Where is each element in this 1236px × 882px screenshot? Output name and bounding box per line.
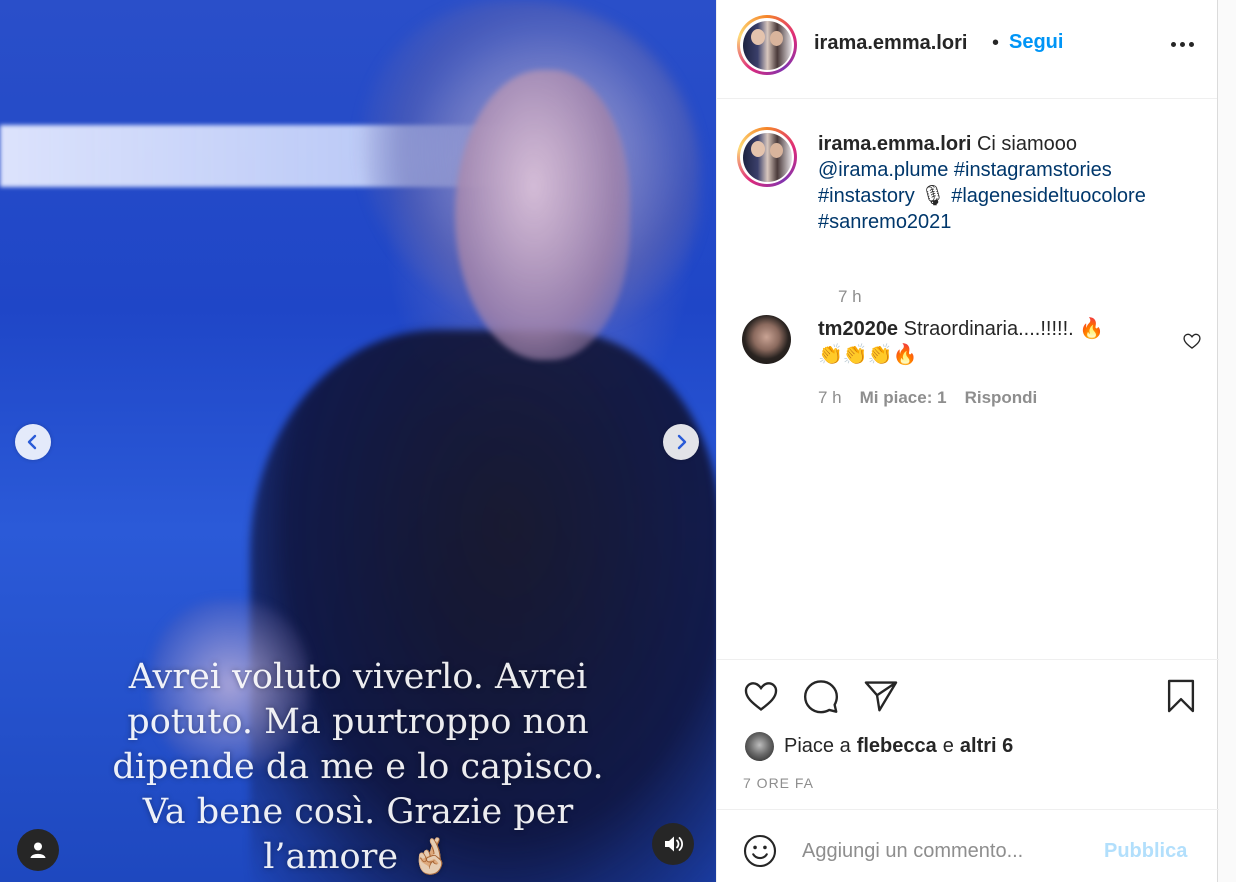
more-options-button[interactable] [1167, 34, 1197, 54]
caption-mention[interactable]: @irama.plume [818, 159, 948, 181]
author-avatar[interactable] [737, 15, 797, 75]
next-media-button[interactable] [663, 424, 699, 460]
overlay-line: Avrei voluto viverlo. Avrei [128, 657, 588, 697]
commenter-username[interactable]: tm2020e [818, 318, 898, 340]
commenter-avatar[interactable] [742, 315, 791, 364]
chevron-right-icon [677, 434, 687, 450]
performer-face [455, 70, 630, 360]
caption-username[interactable]: irama.emma.lori [818, 133, 971, 155]
caption-timestamp[interactable]: 7 h [838, 287, 862, 307]
microphone-emoji: 🎙 [920, 185, 946, 207]
author-avatar-image [742, 20, 792, 70]
overlay-line: Va bene così. Grazie per [142, 792, 574, 832]
comment-input[interactable] [802, 834, 1092, 868]
comment-meta: 7 h Mi piace: 1 Rispondi [818, 388, 1037, 408]
likes-conjunction: e [942, 735, 954, 757]
user-icon [30, 842, 46, 858]
author-username[interactable]: irama.emma.lori [814, 32, 967, 55]
caption-hashtag[interactable]: #instagramstories [954, 159, 1112, 181]
more-icon [1170, 41, 1194, 47]
header-separator: • [992, 32, 1000, 54]
comment-body: Straordinaria....!!!!!. 🔥 [903, 318, 1105, 340]
comments-section[interactable]: irama.emma.lori Ci siamooo @irama.plume … [717, 99, 1219, 659]
caption-author-avatar-image [742, 132, 792, 182]
comment-likes-count[interactable]: Mi piace: 1 [860, 388, 947, 408]
likes-prefix: Piace a [784, 735, 851, 757]
caption-author-avatar[interactable] [737, 127, 797, 187]
follow-button[interactable]: Segui [1009, 31, 1063, 54]
liker-username[interactable]: flebecca [857, 735, 937, 758]
caption-hashtag[interactable]: #instastory [818, 185, 915, 207]
emoji-smiley-icon[interactable] [742, 833, 778, 869]
publish-button[interactable]: Pubblica [1104, 840, 1187, 863]
chevron-left-icon [27, 434, 37, 450]
bookmark-icon[interactable] [1162, 677, 1200, 715]
overlay-line: potuto. Ma purtroppo non [127, 702, 589, 742]
caption-text: irama.emma.lori Ci siamooo @irama.plume … [818, 131, 1198, 235]
heart-icon[interactable] [1182, 331, 1202, 351]
likes-summary: Piace a flebecca e altri 6 [745, 732, 1019, 761]
overlay-line: dipende da me e lo capisco. [112, 747, 604, 787]
add-comment-bar: Pubblica [717, 809, 1219, 882]
post-date[interactable]: 7 ORE FA [743, 775, 814, 791]
post-details-panel: irama.emma.lori • Segui irama.emma.lori … [716, 0, 1219, 882]
post-media[interactable]: Avrei voluto viverlo. Avrei potuto. Ma p… [0, 0, 716, 882]
post-header: irama.emma.lori • Segui [717, 0, 1217, 99]
comment-bubble-icon[interactable] [802, 677, 840, 715]
reply-button[interactable]: Rispondi [965, 388, 1038, 408]
caption-hashtag[interactable]: #lagenesideltuocolore [951, 185, 1146, 207]
others-likes-link[interactable]: altri 6 [960, 735, 1013, 758]
liker-avatar[interactable] [745, 732, 774, 761]
previous-media-button[interactable] [15, 424, 51, 460]
post-actions: Piace a flebecca e altri 6 7 ORE FA [717, 659, 1219, 809]
share-paper-plane-icon[interactable] [862, 677, 900, 715]
speaker-icon [665, 836, 684, 852]
story-overlay-text: Avrei voluto viverlo. Avrei potuto. Ma p… [0, 655, 716, 880]
caption-hashtag[interactable]: #sanremo2021 [818, 211, 951, 233]
caption-body: Ci siamooo [976, 133, 1078, 155]
tagged-users-button[interactable] [17, 829, 59, 871]
like-heart-icon[interactable] [742, 677, 780, 715]
audio-toggle-button[interactable] [652, 823, 694, 865]
overlay-line: l’amore 🤞🏻 [263, 837, 453, 877]
comment-timestamp[interactable]: 7 h [818, 388, 842, 408]
comment-body-line2: 👏👏👏🔥 [818, 344, 918, 366]
comment-text: tm2020e Straordinaria....!!!!!. 🔥 👏👏👏🔥 [818, 316, 1173, 368]
